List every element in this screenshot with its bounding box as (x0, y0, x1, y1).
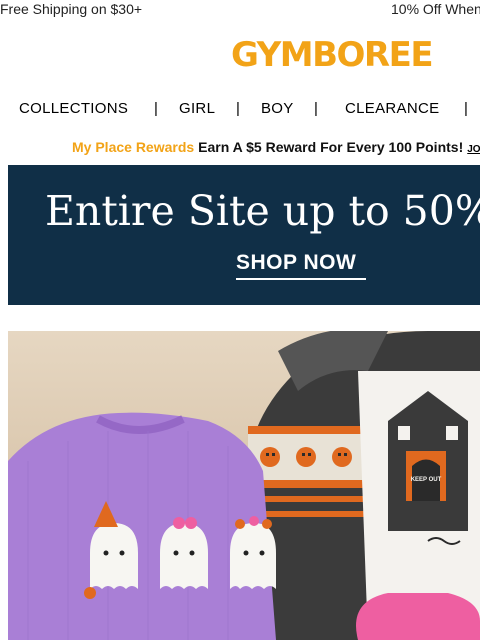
hero-headline: Entire Site up to 50% (45, 187, 480, 235)
ghost-icon (230, 516, 276, 589)
promo-bar: Free Shipping on $30+ 10% Off When (0, 0, 480, 20)
discount-promo[interactable]: 10% Off When (391, 1, 480, 17)
nav-separator: | (314, 100, 318, 117)
main-nav: COLLECTIONS | GIRL | BOY | CLEARANCE | (0, 100, 480, 120)
halloween-sweaters-image: KEEP OUT (8, 331, 480, 640)
product-photo[interactable]: KEEP OUT (8, 331, 480, 640)
keep-out-sign: KEEP OUT (411, 477, 442, 483)
gymboree-logo[interactable]: GYMBOREE (231, 38, 434, 72)
nav-separator: | (236, 100, 240, 117)
rewards-join-link[interactable]: JO (467, 144, 480, 155)
rewards-offer-text: Earn A $5 Reward For Every 100 Points! (198, 139, 464, 155)
nav-boy[interactable]: BOY (261, 100, 294, 117)
rewards-banner: My Place Rewards Earn A $5 Reward For Eve… (72, 139, 480, 155)
rewards-program-name[interactable]: My Place Rewards (72, 139, 194, 155)
free-shipping-promo[interactable]: Free Shipping on $30+ (0, 1, 142, 17)
nav-girl[interactable]: GIRL (179, 100, 215, 117)
nav-collections[interactable]: COLLECTIONS (19, 100, 128, 117)
shop-now-underline (236, 278, 366, 280)
nav-separator: | (154, 100, 158, 117)
shop-now-button[interactable]: SHOP NOW (236, 251, 356, 275)
sale-hero-banner[interactable]: Entire Site up to 50% SHOP NOW (8, 165, 480, 305)
nav-separator: | (464, 100, 468, 117)
nav-clearance[interactable]: CLEARANCE (345, 100, 439, 117)
